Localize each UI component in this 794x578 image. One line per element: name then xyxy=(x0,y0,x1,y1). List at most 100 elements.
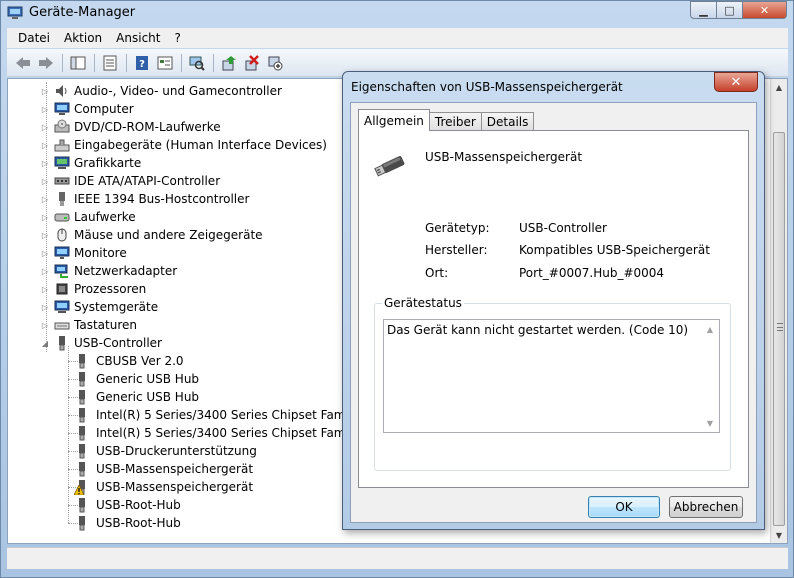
usb-device-row[interactable]: USB-Root-Hub xyxy=(74,514,181,532)
tree-category-row[interactable]: ▷ Systemgeräte xyxy=(40,298,158,316)
scrollbar-thumb[interactable] xyxy=(773,132,785,526)
expand-icon[interactable]: ▷ xyxy=(40,140,50,150)
tree-category-label: Tastaturen xyxy=(74,318,137,332)
expand-icon[interactable]: ▷ xyxy=(40,158,50,168)
device-type-label: Gerätetyp: xyxy=(425,221,490,235)
device-status-title: Gerätestatus xyxy=(382,296,464,310)
expand-icon[interactable]: ▷ xyxy=(40,194,50,204)
disable-icon[interactable] xyxy=(265,53,285,73)
menu-datei[interactable]: Datei xyxy=(11,31,57,45)
collapse-icon[interactable]: ◢ xyxy=(40,338,50,348)
close-button[interactable]: ✕ xyxy=(743,1,787,19)
tree-category-row[interactable]: ▷ IDE ATA/ATAPI-Controller xyxy=(40,172,220,190)
network-adapter-icon xyxy=(54,263,70,279)
usb-device-row[interactable]: Generic USB Hub xyxy=(74,370,199,388)
tree-category-row[interactable]: ▷ Eingabegeräte (Human Interface Devices) xyxy=(40,136,327,154)
expand-icon[interactable]: ▷ xyxy=(40,248,50,258)
usb-warning-icon xyxy=(74,479,90,495)
expand-icon[interactable]: ▷ xyxy=(40,212,50,222)
expand-icon[interactable]: ▷ xyxy=(40,302,50,312)
ok-button[interactable]: OK xyxy=(588,496,660,518)
usb-device-row[interactable]: USB-Massenspeichergerät xyxy=(74,478,253,496)
tree-category-row[interactable]: ▷ Mäuse und andere Zeigegeräte xyxy=(40,226,263,244)
device-status-group: Gerätestatus Das Gerät kann nicht gestar… xyxy=(374,296,731,471)
scroll-down-arrow-icon[interactable]: ▼ xyxy=(771,527,787,543)
show-hide-tree-icon[interactable] xyxy=(68,53,88,73)
properties-icon[interactable] xyxy=(100,53,120,73)
tab-treiber[interactable]: Treiber xyxy=(428,112,482,131)
expand-icon[interactable]: ▷ xyxy=(40,86,50,96)
menu-aktion[interactable]: Aktion xyxy=(57,31,109,45)
scroll-up-arrow-icon[interactable]: ▲ xyxy=(771,79,787,95)
uninstall-icon[interactable] xyxy=(242,53,262,73)
expand-icon[interactable]: ▷ xyxy=(40,122,50,132)
scrollbar-grip-icon xyxy=(777,323,783,331)
tree-category-row[interactable]: ▷ Audio-, Video- und Gamecontroller xyxy=(40,82,282,100)
tab-panel-allgemein: USB-Massenspeichergerät Gerätetyp: USB-C… xyxy=(358,130,749,488)
disk-drive-icon xyxy=(54,209,70,225)
status-scrollbar[interactable]: ▲ ▼ xyxy=(702,320,719,432)
expand-icon[interactable]: ▷ xyxy=(40,104,50,114)
dialog-close-button[interactable]: ✕ xyxy=(714,72,758,92)
menu-ansicht[interactable]: Ansicht xyxy=(109,31,167,45)
tree-category-row[interactable]: ▷ Netzwerkadapter xyxy=(40,262,177,280)
toolbar-separator xyxy=(181,53,182,72)
tree-category-row[interactable]: ▷ DVD/CD-ROM-Laufwerke xyxy=(40,118,221,136)
tree-category-row[interactable]: ▷ Tastaturen xyxy=(40,316,137,334)
status-scroll-up-icon[interactable]: ▲ xyxy=(702,322,718,336)
tab-allgemein[interactable]: Allgemein xyxy=(358,109,430,131)
expand-icon[interactable]: ▷ xyxy=(40,284,50,294)
usb-device-label: USB-Root-Hub xyxy=(96,516,181,530)
usb-device-label: USB-Massenspeichergerät xyxy=(96,462,254,476)
usb-device-icon xyxy=(374,156,405,177)
expand-icon[interactable]: ▷ xyxy=(40,320,50,330)
tree-guide-line xyxy=(68,346,69,523)
vertical-scrollbar[interactable]: ▲ ▼ xyxy=(770,79,787,543)
help-icon[interactable]: ? xyxy=(132,53,152,73)
tab-details[interactable]: Details xyxy=(480,112,535,131)
display-adapter-icon xyxy=(54,155,70,171)
cancel-button[interactable]: Abbrechen xyxy=(669,496,743,518)
usb-device-row[interactable]: USB-Root-Hub xyxy=(74,496,181,514)
usb-device-row[interactable]: Generic USB Hub xyxy=(74,388,199,406)
forward-arrow-icon[interactable] xyxy=(36,53,56,73)
usb-device-row[interactable]: USB-Druckerunterstützung xyxy=(74,442,257,460)
title-bar[interactable]: Geräte-Manager ▁ □ ✕ xyxy=(1,1,793,27)
scan-hardware-icon[interactable] xyxy=(187,53,207,73)
back-arrow-icon[interactable] xyxy=(13,53,33,73)
expand-icon[interactable]: ▷ xyxy=(40,266,50,276)
menu-help[interactable]: ? xyxy=(167,31,187,45)
tree-category-label: DVD/CD-ROM-Laufwerke xyxy=(74,120,221,134)
computer-icon xyxy=(54,101,70,117)
tree-category-row[interactable]: ▷ Prozessoren xyxy=(40,280,146,298)
tree-category-label: Audio-, Video- und Gamecontroller xyxy=(74,84,282,98)
usb-connector-icon xyxy=(74,461,90,477)
device-status-text: Das Gerät kann nicht gestartet werden. (… xyxy=(387,323,689,337)
usb-device-row[interactable]: USB-Massenspeichergerät xyxy=(74,460,253,478)
minimize-button[interactable]: ▁ xyxy=(690,1,717,19)
usb-device-label: CBUSB Ver 2.0 xyxy=(96,354,184,368)
expand-icon[interactable]: ▷ xyxy=(40,176,50,186)
tree-category-row[interactable]: ▷ Computer xyxy=(40,100,134,118)
location-value: Port_#0007.Hub_#0004 xyxy=(519,266,665,280)
tree-category-row[interactable]: ▷ Grafikkarte xyxy=(40,154,141,172)
tree-category-row[interactable]: ▷ Laufwerke xyxy=(40,208,136,226)
view-icon[interactable] xyxy=(155,53,175,73)
tree-category-row[interactable]: ▷ Monitore xyxy=(40,244,127,262)
device-status-textbox[interactable]: Das Gerät kann nicht gestartet werden. (… xyxy=(383,319,720,433)
status-scroll-down-icon[interactable]: ▼ xyxy=(702,416,718,430)
processor-icon xyxy=(54,281,70,297)
ide-controller-icon xyxy=(54,173,70,189)
expand-icon[interactable]: ▷ xyxy=(40,230,50,240)
tree-category-row[interactable]: ◢ USB-Controller xyxy=(40,334,162,352)
properties-dialog: Eigenschaften von USB-Massenspeichergerä… xyxy=(342,71,765,530)
update-driver-icon[interactable] xyxy=(219,53,239,73)
tree-category-row[interactable]: ▷ IEEE 1394 Bus-Hostcontroller xyxy=(40,190,249,208)
tree-category-label: Computer xyxy=(74,102,134,116)
toolbar-separator xyxy=(94,53,95,72)
usb-connector-icon xyxy=(74,515,90,531)
maximize-button[interactable]: □ xyxy=(717,1,743,19)
dialog-title: Eigenschaften von USB-Massenspeichergerä… xyxy=(351,80,623,94)
dialog-body: Allgemein Treiber Details USB-Massenspei… xyxy=(350,102,757,523)
usb-device-row[interactable]: CBUSB Ver 2.0 xyxy=(74,352,184,370)
